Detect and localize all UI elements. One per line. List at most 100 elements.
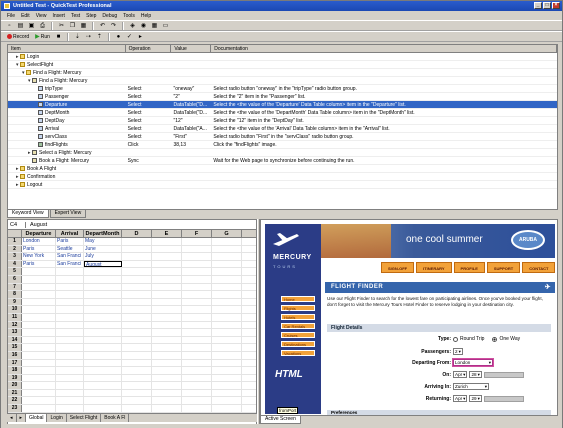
grid-cell[interactable]: [182, 283, 212, 291]
grid-cell[interactable]: [182, 351, 212, 359]
grid-cell[interactable]: [56, 283, 84, 291]
grid-cell[interactable]: [122, 382, 152, 389]
corner-cell[interactable]: [8, 230, 22, 237]
grid-cell[interactable]: [212, 238, 242, 245]
keyword-value-cell[interactable]: [171, 173, 211, 180]
keyword-row[interactable]: ▸ Logout: [8, 181, 557, 189]
grid-cell[interactable]: [22, 367, 56, 374]
grid-cell[interactable]: [182, 275, 212, 283]
keyword-row[interactable]: ▾ Find a Flight: Mercury: [8, 69, 557, 77]
menu-item-file[interactable]: File: [7, 13, 15, 19]
grid-cell[interactable]: [56, 359, 84, 367]
grid-cell[interactable]: [152, 306, 182, 313]
grid-cell[interactable]: [212, 321, 242, 329]
grid-cell[interactable]: [122, 397, 152, 405]
row-number[interactable]: 22: [8, 397, 22, 405]
grid-cell[interactable]: [212, 382, 242, 389]
grid-cell[interactable]: Seattle: [56, 245, 84, 253]
grid-cell[interactable]: [22, 268, 56, 275]
grid-cell[interactable]: [84, 321, 122, 329]
menu-item-test[interactable]: Test: [71, 13, 80, 19]
grid-cell[interactable]: Paris: [22, 245, 56, 253]
row-number[interactable]: 9: [8, 298, 22, 306]
grid-cell[interactable]: [84, 283, 122, 291]
grid-cell[interactable]: [56, 382, 84, 389]
row-number[interactable]: 1: [8, 238, 22, 245]
grid-cell[interactable]: [212, 275, 242, 283]
grid-cell[interactable]: [122, 283, 152, 291]
grid-cell[interactable]: San Franci: [56, 253, 84, 260]
grid-cell[interactable]: [84, 367, 122, 374]
grid-cell[interactable]: London: [22, 238, 56, 245]
grid-cell[interactable]: [182, 344, 212, 351]
grid-cell[interactable]: [182, 238, 212, 245]
grid-cell[interactable]: [122, 336, 152, 344]
site-top-nav-contact[interactable]: CONTACT: [522, 262, 556, 273]
grid-cell[interactable]: [122, 389, 152, 397]
keyword-row[interactable]: servClass Select "First" Select radio butto…: [8, 133, 557, 141]
keyword-value-cell[interactable]: [171, 165, 211, 172]
grid-cell[interactable]: [56, 268, 84, 275]
row-number[interactable]: 18: [8, 367, 22, 374]
grid-cell[interactable]: [122, 260, 152, 268]
keyword-value-cell[interactable]: [171, 53, 211, 60]
grid-cell[interactable]: [212, 283, 242, 291]
site-nav-home[interactable]: Home: [281, 296, 315, 302]
grid-cell[interactable]: [212, 336, 242, 344]
keyword-value-cell[interactable]: [171, 181, 211, 188]
menu-item-debug[interactable]: Debug: [102, 13, 117, 19]
stop-icon[interactable]: ■: [54, 33, 63, 41]
grid-cell[interactable]: [182, 389, 212, 397]
print-icon[interactable]: ⎙: [38, 22, 47, 30]
grid-cell[interactable]: [152, 245, 182, 253]
grid-cell[interactable]: [122, 268, 152, 275]
keyword-row[interactable]: Arrival Select DataTable("A... Select the <…: [8, 125, 557, 133]
site-nav-vacations[interactable]: Vacations: [281, 350, 315, 356]
grid-cell[interactable]: [122, 291, 152, 298]
grid-cell[interactable]: [152, 298, 182, 306]
row-number[interactable]: 5: [8, 268, 22, 275]
grid-cell[interactable]: [152, 405, 182, 412]
passengers-select[interactable]: 2 ▾: [453, 348, 463, 355]
output-value-icon[interactable]: ▸: [136, 33, 145, 41]
row-number[interactable]: 4: [8, 260, 22, 268]
keyword-value-cell[interactable]: "12": [171, 117, 211, 124]
keyword-row[interactable]: Passenger Select "2" Select the "2" item in…: [8, 93, 557, 101]
grid-cell[interactable]: [212, 397, 242, 405]
grid-cell[interactable]: [182, 367, 212, 374]
row-number[interactable]: 13: [8, 329, 22, 336]
keyword-operation-cell[interactable]: [126, 181, 172, 188]
grid-cell[interactable]: [182, 245, 212, 253]
column-header[interactable]: Arrival: [56, 230, 84, 237]
grid-cell[interactable]: [56, 374, 84, 382]
grid-cell[interactable]: [122, 238, 152, 245]
keyword-value-cell[interactable]: DataTable("D...: [171, 101, 211, 108]
keyword-operation-cell[interactable]: Select: [126, 125, 172, 132]
grid-cell[interactable]: [56, 336, 84, 344]
grid-cell[interactable]: [84, 389, 122, 397]
grid-cell[interactable]: [122, 329, 152, 336]
site-nav-flights[interactable]: Flights: [281, 305, 315, 311]
minimize-button[interactable]: _: [534, 2, 542, 9]
data-table-icon[interactable]: ▦: [150, 22, 159, 30]
keyword-value-cell[interactable]: [171, 61, 211, 68]
keyword-value-cell[interactable]: "oneway": [171, 85, 211, 92]
keyword-row[interactable]: DeptDay Select "12" Select the "12" item in…: [8, 117, 557, 125]
grid-cell[interactable]: [182, 313, 212, 321]
run-button[interactable]: ▶ Run: [33, 33, 52, 41]
grid-cell[interactable]: [182, 260, 212, 268]
on-month-select[interactable]: Apr ▾: [453, 371, 468, 378]
keyword-operation-cell[interactable]: [126, 53, 172, 60]
column-header-item[interactable]: Item: [8, 45, 126, 52]
menu-item-tools[interactable]: Tools: [123, 13, 135, 19]
grid-cell[interactable]: [122, 359, 152, 367]
grid-cell[interactable]: [152, 389, 182, 397]
grid-cell[interactable]: [152, 397, 182, 405]
menu-item-insert[interactable]: Insert: [52, 13, 65, 19]
row-number[interactable]: 19: [8, 374, 22, 382]
grid-cell[interactable]: [152, 253, 182, 260]
keyword-operation-cell[interactable]: [126, 61, 172, 68]
menu-item-edit[interactable]: Edit: [21, 13, 30, 19]
row-number[interactable]: 7: [8, 283, 22, 291]
grid-cell[interactable]: [182, 321, 212, 329]
